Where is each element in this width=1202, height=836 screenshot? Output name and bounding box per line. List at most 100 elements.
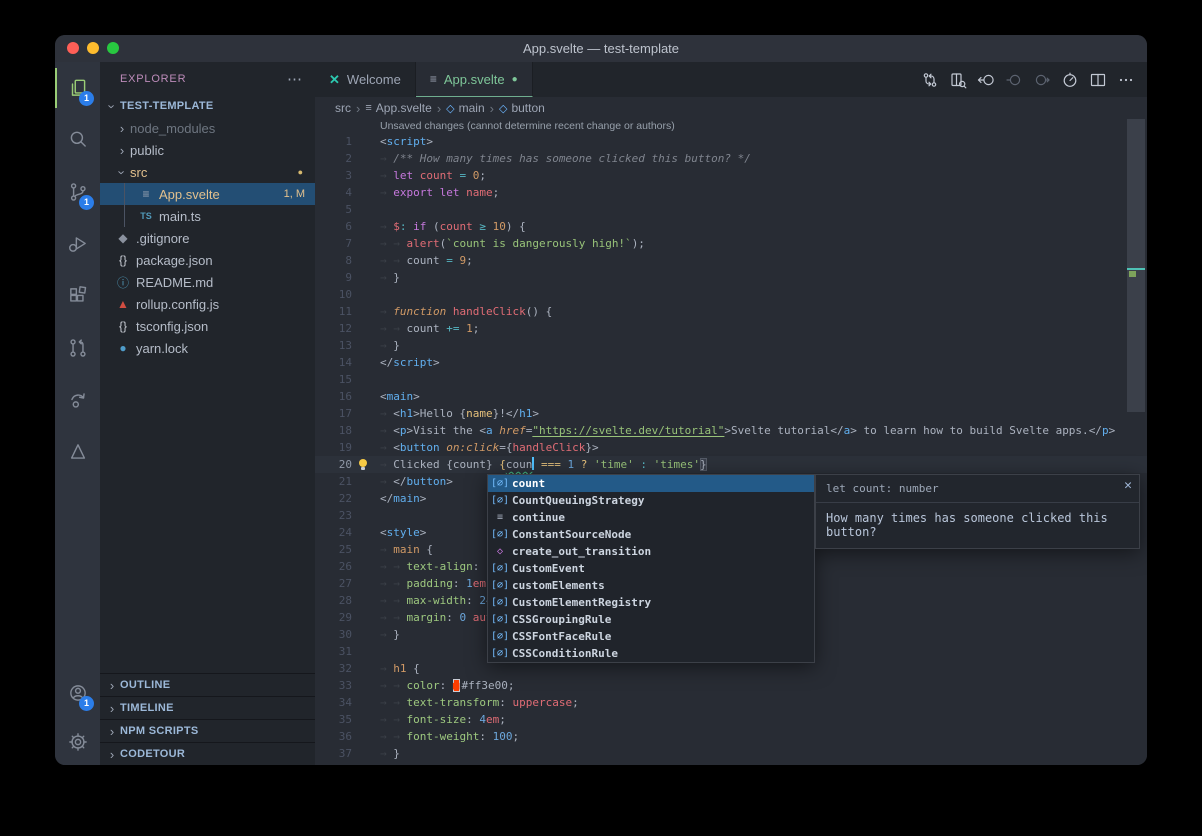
code-line-14[interactable]: 14</script> [315, 354, 1147, 371]
close-window-button[interactable] [67, 42, 79, 54]
tab-app-svelte[interactable]: ≡ App.svelte ● [416, 62, 533, 97]
code-line-35[interactable]: 35→ → font-size: 4em; [315, 711, 1147, 728]
suggestion-customelements[interactable]: [∅]customElements [488, 577, 814, 594]
code-line-1[interactable]: 1<script> [315, 133, 1147, 150]
code-line-17[interactable]: 17→ <h1>Hello {name}!</h1> [315, 405, 1147, 422]
breadcrumb-src[interactable]: src [335, 101, 351, 115]
tree-item-src[interactable]: ›src● [100, 161, 315, 183]
project-root-row[interactable]: › TEST-TEMPLATE [100, 95, 315, 117]
extensions-icon[interactable] [55, 270, 100, 322]
navigate-back-icon[interactable] [973, 67, 999, 93]
code-line-34[interactable]: 34→ → text-transform: uppercase; [315, 694, 1147, 711]
accounts-icon[interactable]: 1 [55, 667, 100, 719]
tree-item-tsconfig-json[interactable]: {}tsconfig.json [100, 315, 315, 337]
section-timeline[interactable]: ›TIMELINE [100, 696, 315, 719]
suggestion-countqueuingstrategy[interactable]: [∅]CountQueuingStrategy [488, 492, 814, 509]
gutter [352, 184, 380, 201]
code-line-33[interactable]: 33→ → color: ■#ff3e00; [315, 677, 1147, 694]
breadcrumbs: src › ≡App.svelte › ◇main › ◇button [315, 97, 1147, 119]
breadcrumb-file[interactable]: ≡App.svelte [365, 101, 431, 115]
section-npm-scripts[interactable]: ›NPM SCRIPTS [100, 719, 315, 742]
run-timer-icon[interactable] [1057, 67, 1083, 93]
section-codetour[interactable]: ›CODETOUR [100, 742, 315, 765]
tree-item-app-svelte[interactable]: ≡App.svelte1, M [100, 183, 315, 205]
code-line-7[interactable]: 7→ → alert(`count is dangerously high!`)… [315, 235, 1147, 252]
line-number: 19 [315, 439, 352, 456]
suggestion-cssgroupingrule[interactable]: [∅]CSSGroupingRule [488, 611, 814, 628]
suggestion-cssconditionrule[interactable]: [∅]CSSConditionRule [488, 645, 814, 662]
unsaved-dot-icon[interactable]: ● [512, 74, 518, 85]
code-line-5[interactable]: 5 [315, 201, 1147, 218]
explorer-icon[interactable]: 1 [55, 62, 100, 114]
navigate-previous-icon[interactable] [1001, 67, 1027, 93]
tree-item-yarn-lock[interactable]: ●yarn.lock [100, 337, 315, 359]
chevron-down-icon[interactable]: › [115, 164, 130, 180]
chevron-right-icon[interactable]: › [114, 121, 130, 136]
breadcrumb-main[interactable]: ◇main [446, 101, 484, 115]
code-line-2[interactable]: 2→ /** How many times has someone clicke… [315, 150, 1147, 167]
code-line-20[interactable]: 20→ Clicked {count} {coun === 1 ? 'time'… [315, 456, 1147, 473]
split-editor-icon[interactable] [1085, 67, 1111, 93]
suggestion-continue[interactable]: ≡continue [488, 509, 814, 526]
open-changes-icon[interactable] [945, 67, 971, 93]
tree-item-label: node_modules [130, 121, 215, 136]
tree-item-package-json[interactable]: {}package.json [100, 249, 315, 271]
code-line-37[interactable]: 37→ } [315, 745, 1147, 762]
code-line-3[interactable]: 3→ let count = 0; [315, 167, 1147, 184]
more-actions-icon[interactable]: ⋯ [287, 70, 303, 88]
code-line-36[interactable]: 36→ → font-weight: 100; [315, 728, 1147, 745]
suggestion-constantsourcenode[interactable]: [∅]ConstantSourceNode [488, 526, 814, 543]
section-label: OUTLINE [120, 679, 170, 691]
search-icon[interactable] [55, 114, 100, 166]
section-outline[interactable]: ›OUTLINE [100, 673, 315, 696]
tree-item-public[interactable]: ›public [100, 139, 315, 161]
zoom-window-button[interactable] [107, 42, 119, 54]
tree-item-rollup-config-js[interactable]: ▲rollup.config.js [100, 293, 315, 315]
line-number: 11 [315, 303, 352, 320]
code-line-6[interactable]: 6→ $: if (count ≥ 10) { [315, 218, 1147, 235]
code-line-19[interactable]: 19 → <button on:click={handleClick}> [315, 439, 1147, 456]
navigate-next-icon[interactable] [1029, 67, 1055, 93]
code-line-9[interactable]: 9→ } [315, 269, 1147, 286]
minimize-window-button[interactable] [87, 42, 99, 54]
tab-welcome[interactable]: ✕ Welcome [315, 62, 416, 97]
more-actions-icon[interactable] [1113, 67, 1139, 93]
github-pull-requests-icon[interactable] [55, 322, 100, 374]
vertical-scrollbar[interactable] [1127, 119, 1145, 412]
code-line-11[interactable]: 11→ function handleClick() { [315, 303, 1147, 320]
compare-changes-icon[interactable] [917, 67, 943, 93]
suggestion-create_out_transition[interactable]: ◇create_out_transition [488, 543, 814, 560]
line-number: 7 [315, 235, 352, 252]
code-line-4[interactable]: 4→ export let name; [315, 184, 1147, 201]
lightbulb-icon[interactable] [357, 458, 369, 471]
settings-gear-icon[interactable] [55, 719, 100, 765]
close-icon[interactable]: ✕ [1124, 478, 1132, 493]
code-line-8[interactable]: 8→ → count = 9; [315, 252, 1147, 269]
run-and-debug-icon[interactable] [55, 218, 100, 270]
tree-item-readme-md[interactable]: ⓘREADME.md [100, 271, 315, 293]
git-file-icon: ◆ [114, 231, 132, 245]
chevron-right-icon[interactable]: › [114, 143, 130, 158]
line-content: → <button on:click={handleClick}> [380, 439, 1147, 456]
tree-item--gitignore[interactable]: ◆.gitignore [100, 227, 315, 249]
tree-item-main-ts[interactable]: TSmain.ts [100, 205, 315, 227]
tree-item-label: App.svelte [159, 187, 220, 202]
code-line-10[interactable]: 10 [315, 286, 1147, 303]
suggestion-customevent[interactable]: [∅]CustomEvent [488, 560, 814, 577]
code-line-16[interactable]: 16<main> [315, 388, 1147, 405]
breadcrumb-button[interactable]: ◇button [499, 101, 545, 115]
code-line-18[interactable]: 18→ <p>Visit the <a href="https://svelte… [315, 422, 1147, 439]
code-line-15[interactable]: 15 [315, 371, 1147, 388]
code-editor[interactable]: Unsaved changes (cannot determine recent… [315, 119, 1147, 765]
symbol-variable-icon: [∅] [488, 529, 512, 540]
azure-icon[interactable] [55, 426, 100, 478]
suggestion-count[interactable]: [∅]count [488, 475, 814, 492]
suggestion-cssfontfacerule[interactable]: [∅]CSSFontFaceRule [488, 628, 814, 645]
code-line-13[interactable]: 13→ } [315, 337, 1147, 354]
code-line-12[interactable]: 12→ → count += 1; [315, 320, 1147, 337]
suggestion-customelementregistry[interactable]: [∅]CustomElementRegistry [488, 594, 814, 611]
tree-item-node-modules[interactable]: ›node_modules [100, 117, 315, 139]
chevron-right-icon: › [356, 101, 360, 116]
source-control-icon[interactable]: 1 [55, 166, 100, 218]
live-share-icon[interactable] [55, 374, 100, 426]
